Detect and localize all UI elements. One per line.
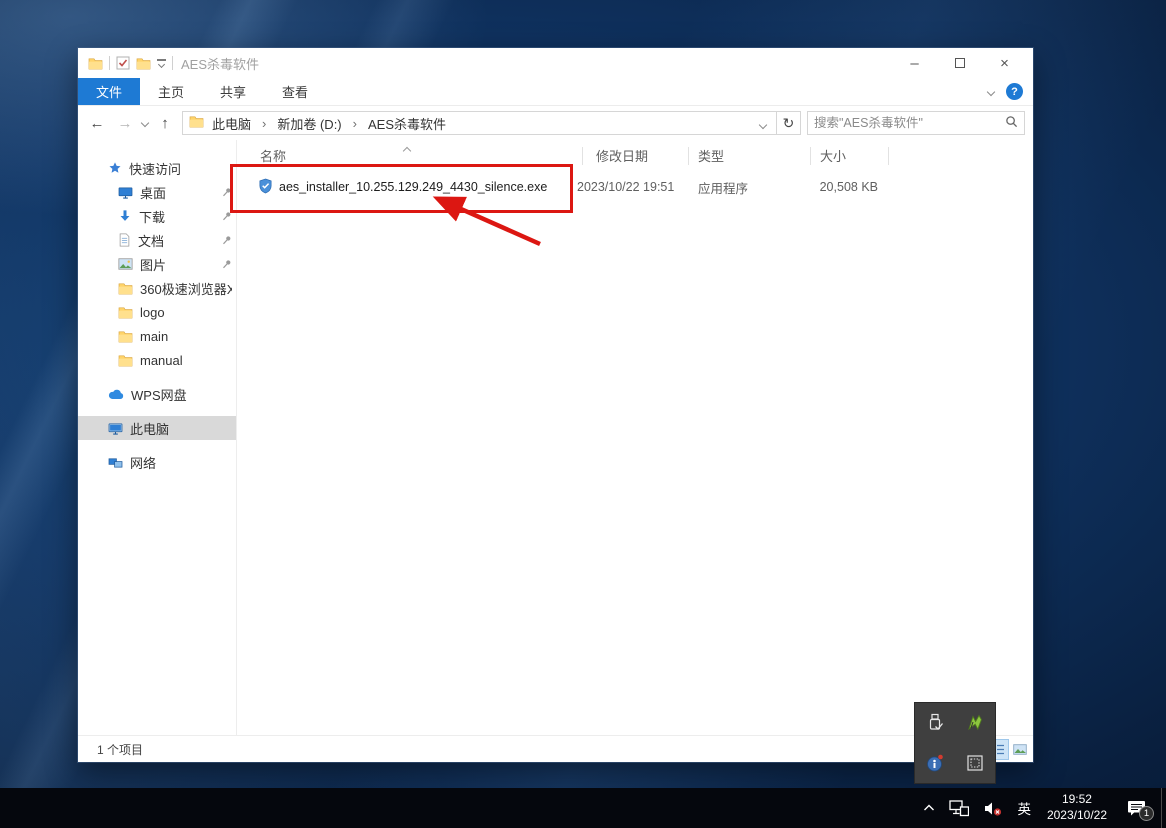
taskbar: 英 19:52 2023/10/22 1	[0, 788, 1166, 828]
info-tray-icon[interactable]	[915, 743, 955, 783]
maximize-button[interactable]	[937, 49, 982, 77]
pin-icon	[222, 235, 232, 245]
tab-view[interactable]: 查看	[264, 78, 326, 105]
forward-button[interactable]: →	[114, 115, 136, 132]
tray-overflow-flyout	[915, 703, 995, 783]
up-button[interactable]: ↑	[154, 115, 176, 132]
computer-icon	[108, 422, 123, 435]
sidebar-item-pictures[interactable]: 图片	[78, 252, 236, 276]
taskbar-clock[interactable]: 19:52 2023/10/22	[1038, 792, 1116, 823]
sidebar-item-quick-access[interactable]: 快速访问	[78, 156, 236, 180]
highlight-box	[230, 164, 573, 213]
sidebar-item-main[interactable]: main	[78, 324, 236, 348]
dotted-square-tray-icon[interactable]	[955, 743, 995, 783]
document-icon	[118, 233, 131, 247]
search-box	[807, 111, 1025, 135]
pictures-icon	[118, 258, 133, 270]
sort-ascending-icon[interactable]	[402, 142, 412, 157]
breadcrumb-separator: ›	[262, 115, 267, 131]
breadcrumb[interactable]: 此电脑 › 新加卷 (D:) › AES杀毒软件	[182, 111, 777, 135]
column-header-name[interactable]: 名称	[260, 146, 286, 165]
search-icon[interactable]	[1005, 115, 1018, 131]
sidebar-item-logo[interactable]: logo	[78, 300, 236, 324]
help-icon[interactable]: ?	[1006, 83, 1023, 100]
column-header-modified[interactable]: 修改日期	[596, 146, 648, 165]
breadcrumb-separator: ›	[352, 115, 357, 131]
folder-icon	[118, 354, 133, 367]
sidebar-item-desktop[interactable]: 桌面	[78, 180, 236, 204]
green-app-tray-icon[interactable]	[955, 703, 995, 743]
action-center-icon[interactable]: 1	[1116, 788, 1157, 828]
desktop-icon	[118, 186, 133, 199]
sidebar-item-network[interactable]: 网络	[78, 450, 236, 474]
network-tray-icon[interactable]	[942, 788, 976, 828]
clock-time: 19:52	[1061, 792, 1092, 807]
folder-icon	[118, 306, 133, 319]
toolbar-divider	[172, 56, 173, 70]
window-controls: – ×	[892, 49, 1027, 77]
back-button[interactable]: ←	[86, 115, 108, 132]
title-bar: AES杀毒软件 – ×	[78, 48, 1033, 78]
window-title: AES杀毒软件	[181, 56, 260, 72]
cloud-icon	[108, 389, 124, 400]
volume-muted-icon[interactable]	[976, 788, 1010, 828]
refresh-button[interactable]: ↻	[777, 111, 801, 135]
customize-toolbar-icon[interactable]	[157, 59, 166, 68]
explorer-app-icon	[88, 57, 103, 70]
download-icon	[118, 209, 132, 223]
sidebar-item-manual[interactable]: manual	[78, 348, 236, 372]
tab-home[interactable]: 主页	[140, 78, 202, 105]
usb-device-icon[interactable]	[915, 703, 955, 743]
tab-share[interactable]: 共享	[202, 78, 264, 105]
sidebar-item-documents[interactable]: 文档	[78, 228, 236, 252]
notification-badge: 1	[1139, 806, 1154, 821]
navigation-pane: 快速访问 桌面 下载 文档 图片 360极速浏览器 logo main manu…	[78, 140, 237, 735]
status-bar: 1 个项目	[78, 735, 1033, 762]
minimize-button[interactable]: –	[892, 49, 937, 77]
tray-chevron-icon[interactable]	[916, 788, 942, 828]
ribbon-collapse-icon[interactable]	[986, 87, 996, 96]
sidebar-item-360-browser-downloads[interactable]: 360极速浏览器X下载	[78, 276, 236, 300]
address-dropdown-icon[interactable]	[754, 116, 772, 131]
ribbon-tab-bar: 文件 主页 共享 查看 ?	[78, 78, 1033, 106]
tab-file[interactable]: 文件	[78, 78, 141, 105]
ime-indicator[interactable]: 英	[1010, 788, 1038, 828]
pin-icon	[222, 259, 232, 269]
breadcrumb-current-folder[interactable]: AES杀毒软件	[366, 114, 448, 133]
file-type: 应用程序	[698, 181, 749, 196]
column-header-size[interactable]: 大小	[820, 146, 846, 165]
column-header-type[interactable]: 类型	[698, 146, 724, 165]
file-list-pane: 名称 修改日期 类型 大小 aes_installer_10.255.129.2…	[237, 140, 1033, 735]
screen: AES杀毒软件 – × 文件 主页 共享 查看 ? ← → ↑ 此电脑 › 新加…	[0, 0, 1166, 828]
breadcrumb-drive-d[interactable]: 新加卷 (D:)	[275, 114, 343, 133]
network-icon	[108, 456, 123, 469]
show-desktop-button[interactable]	[1161, 788, 1166, 828]
properties-icon[interactable]	[116, 56, 130, 70]
folder-icon	[118, 330, 133, 343]
new-folder-icon[interactable]	[136, 57, 151, 70]
search-input[interactable]	[814, 116, 1001, 130]
quick-access-toolbar	[88, 56, 173, 70]
clock-date: 2023/10/22	[1046, 808, 1107, 822]
sidebar-item-this-pc[interactable]: 此电脑	[78, 416, 236, 440]
star-icon	[108, 161, 122, 175]
sidebar-item-downloads[interactable]: 下载	[78, 204, 236, 228]
item-count: 1 个项目	[97, 742, 144, 757]
thumbnail-view-icon[interactable]	[1010, 740, 1029, 759]
folder-icon	[118, 282, 133, 295]
address-bar: ← → ↑ 此电脑 › 新加卷 (D:) › AES杀毒软件 ↻	[78, 106, 1033, 140]
file-modified-date: 2023/10/22 19:51	[577, 180, 675, 194]
file-size: 20,508 KB	[819, 180, 878, 194]
folder-icon	[189, 115, 204, 131]
breadcrumb-this-pc[interactable]: 此电脑	[210, 114, 253, 133]
toolbar-divider	[109, 56, 110, 70]
history-dropdown-icon[interactable]	[140, 118, 150, 128]
explorer-window: AES杀毒软件 – × 文件 主页 共享 查看 ? ← → ↑ 此电脑 › 新加…	[78, 48, 1033, 762]
close-button[interactable]: ×	[982, 49, 1027, 77]
sidebar-item-wps-cloud[interactable]: WPS网盘	[78, 382, 236, 406]
